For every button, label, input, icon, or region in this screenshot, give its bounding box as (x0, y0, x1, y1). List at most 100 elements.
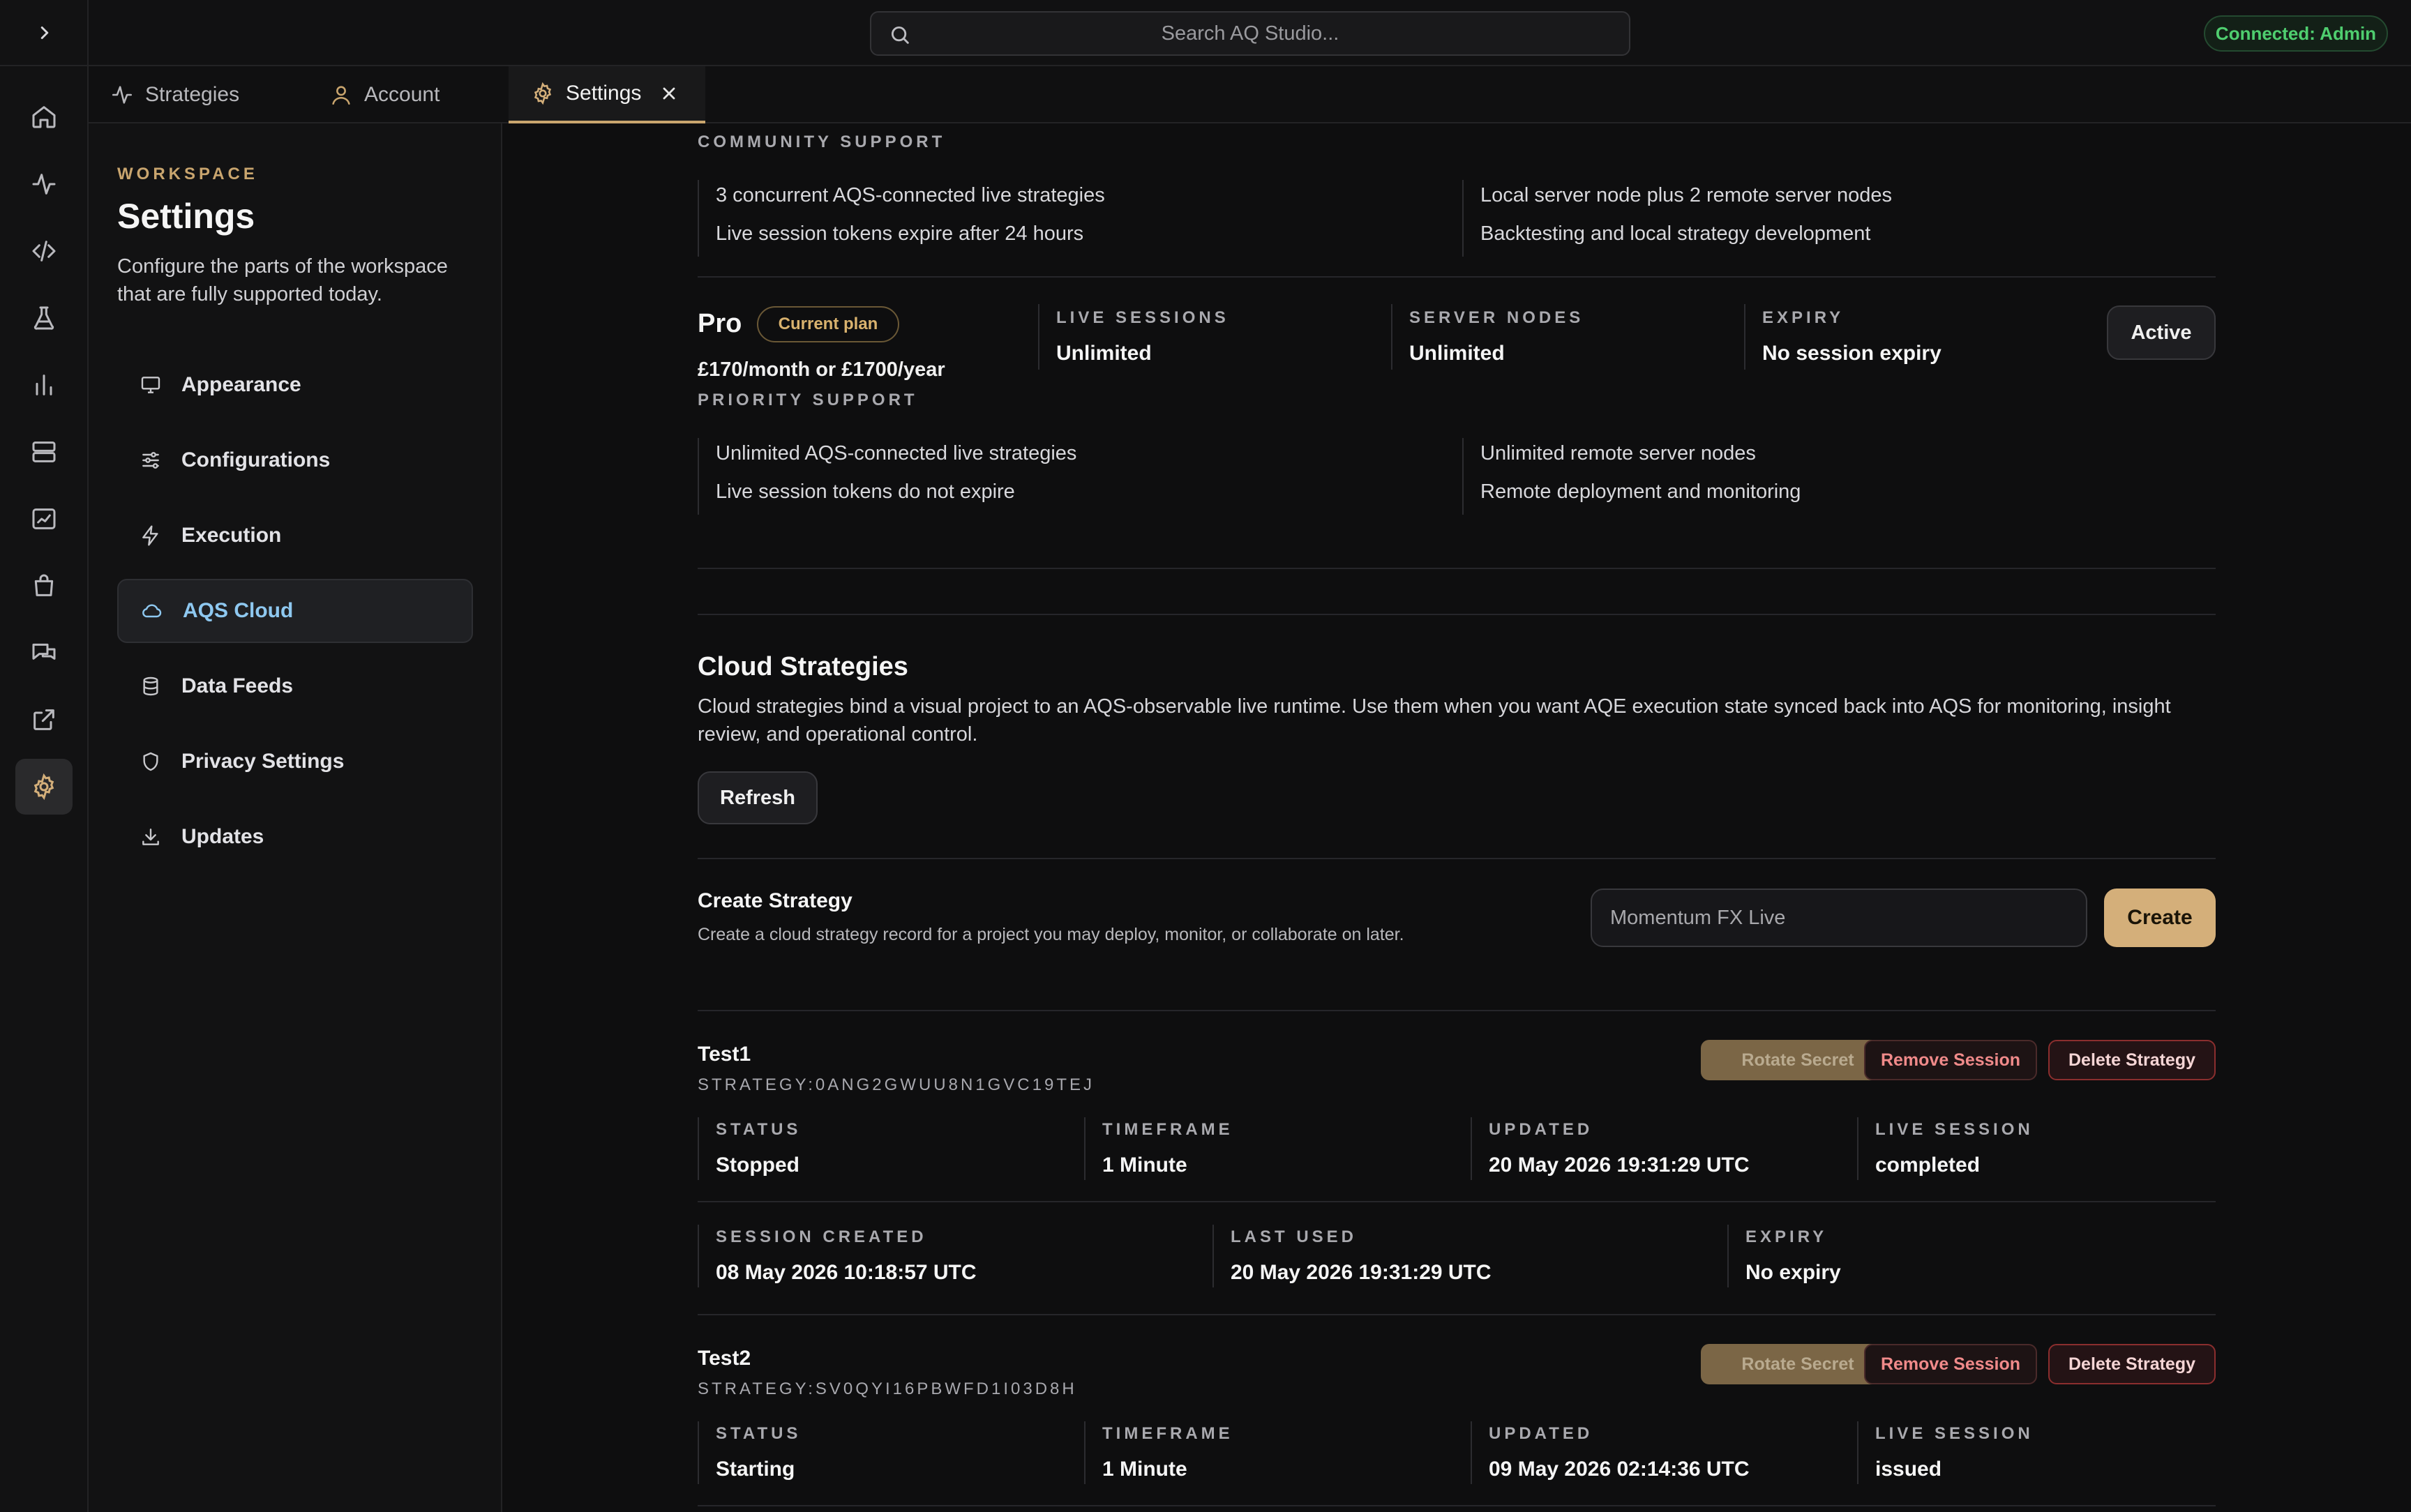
sidebar-item-label: Updates (181, 825, 264, 848)
plan-feature: Unlimited AQS-connected live strategies (716, 442, 1077, 464)
field-divider (1857, 1421, 1858, 1484)
user-icon (332, 86, 350, 105)
strategy-updated: 09 May 2026 02:14:36 UTC (1489, 1458, 1750, 1481)
plan-feature: Backtesting and local strategy developme… (1480, 222, 1871, 245)
plan-feature: Local server node plus 2 remote server n… (1480, 184, 1892, 206)
stat-value: Unlimited (1056, 342, 1152, 365)
strategy-timeframe: 1 Minute (1102, 1154, 1187, 1177)
rail-settings[interactable] (15, 759, 73, 815)
divider (698, 1314, 2216, 1315)
rail-analytics[interactable] (15, 357, 73, 413)
sidebar-item-configurations[interactable]: Configurations (117, 428, 473, 492)
plan-name: Pro (698, 309, 742, 338)
field-label: STATUS (716, 1424, 802, 1443)
connection-status-badge: Connected: Admin (2204, 15, 2388, 52)
divider (698, 276, 2216, 278)
strategy-status: Stopped (716, 1154, 799, 1177)
external-link-icon (33, 709, 54, 730)
sidebar-item-execution[interactable]: Execution (117, 504, 473, 568)
plan-active-button[interactable]: Active (2107, 305, 2216, 360)
rail-lab[interactable] (15, 290, 73, 346)
messages-icon (32, 643, 56, 660)
shield-icon (143, 752, 158, 771)
current-plan-badge: Current plan (757, 306, 899, 342)
field-label: UPDATED (1489, 1120, 1593, 1139)
feature-divider (1462, 438, 1464, 515)
sidebar-eyebrow: WORKSPACE (117, 165, 258, 183)
server-icon (32, 441, 56, 462)
field-label: STATUS (716, 1120, 802, 1139)
rail-code[interactable] (15, 223, 73, 279)
activity-icon (112, 86, 133, 104)
sidebar-item-label: Configurations (181, 448, 331, 471)
cloud-icon (142, 604, 162, 618)
tab-label: Strategies (145, 83, 240, 106)
strategy-id: STRATEGY:0ANG2GWUU8N1GVC19TEJ (698, 1075, 1095, 1094)
feature-divider (1462, 180, 1464, 257)
database-icon (143, 676, 158, 696)
zap-icon (142, 525, 158, 546)
sidebar-item-label: Execution (181, 524, 282, 547)
plan-feature: Live session tokens do not expire (716, 481, 1015, 503)
feature-divider (698, 438, 699, 515)
sidebar-item-data-feeds[interactable]: Data Feeds (117, 654, 473, 718)
sidebar-item-updates[interactable]: Updates (117, 805, 473, 869)
expand-rail-button[interactable] (0, 0, 89, 66)
tab-settings[interactable]: Settings (509, 66, 705, 123)
plan-feature: 3 concurrent AQS-connected live strategi… (716, 184, 1105, 206)
rail-strategies[interactable] (15, 156, 73, 212)
sidebar-item-label: Privacy Settings (181, 750, 345, 773)
settings-icon (33, 773, 54, 801)
rail-external[interactable] (15, 692, 73, 748)
delete-strategy-button[interactable]: Delete Strategy (2048, 1344, 2216, 1384)
delete-strategy-button[interactable]: Delete Strategy (2048, 1040, 2216, 1080)
divider (698, 858, 2216, 859)
monitor-icon (141, 377, 160, 393)
sidebar-item-privacy-settings[interactable]: Privacy Settings (117, 729, 473, 794)
remove-session-button[interactable]: Remove Session (1864, 1344, 2037, 1384)
field-divider (1212, 1225, 1214, 1287)
priority-support-label: PRIORITY SUPPORT (698, 391, 918, 409)
rail-servers[interactable] (15, 424, 73, 480)
chevron-right-icon (40, 26, 48, 39)
field-label: LIVE SESSION (1875, 1120, 2034, 1139)
divider (698, 1201, 2216, 1202)
sidebar-item-label: AQS Cloud (183, 599, 294, 622)
create-strategy-title: Create Strategy (698, 889, 853, 912)
stat-label: EXPIRY (1762, 308, 1845, 327)
strategy-updated: 20 May 2026 19:31:29 UTC (1489, 1154, 1750, 1177)
rail-marketplace[interactable] (15, 558, 73, 614)
divider (698, 1010, 2216, 1011)
session-created: 08 May 2026 10:18:57 UTC (716, 1261, 977, 1284)
strategy-live-session: completed (1875, 1154, 1981, 1177)
strategy-timeframe: 1 Minute (1102, 1458, 1187, 1481)
plan-feature: Remote deployment and monitoring (1480, 481, 1801, 503)
tab-account[interactable]: Account (329, 66, 483, 123)
rail-messages[interactable] (15, 625, 73, 681)
field-divider (698, 1421, 699, 1484)
stat-divider (1391, 304, 1392, 370)
sidebar-item-appearance[interactable]: Appearance (117, 353, 473, 417)
strategy-name-input[interactable]: Momentum FX Live (1591, 889, 2087, 947)
bar-chart-icon (36, 375, 52, 395)
rail-home[interactable] (15, 89, 73, 144)
close-icon[interactable] (659, 84, 679, 103)
tab-label: Settings (566, 82, 642, 105)
tab-label: Account (364, 83, 440, 106)
rail-charts[interactable] (15, 491, 73, 547)
tab-strategies[interactable]: Strategies (110, 66, 278, 123)
strategy-name: Test1 (698, 1043, 751, 1066)
remove-session-button[interactable]: Remove Session (1864, 1040, 2037, 1080)
download-icon (142, 829, 159, 845)
section-title: Cloud Strategies (698, 652, 908, 681)
divider (698, 614, 2216, 615)
search-input[interactable]: Search AQ Studio... (870, 11, 1630, 56)
field-divider (1471, 1421, 1472, 1484)
stat-value: No session expiry (1762, 342, 1941, 365)
refresh-button[interactable]: Refresh (698, 771, 818, 824)
stat-value: Unlimited (1409, 342, 1505, 365)
code-icon (32, 241, 56, 262)
divider (698, 568, 2216, 569)
sidebar-item-aqs-cloud[interactable]: AQS Cloud (117, 579, 473, 643)
create-button[interactable]: Create (2104, 889, 2216, 947)
